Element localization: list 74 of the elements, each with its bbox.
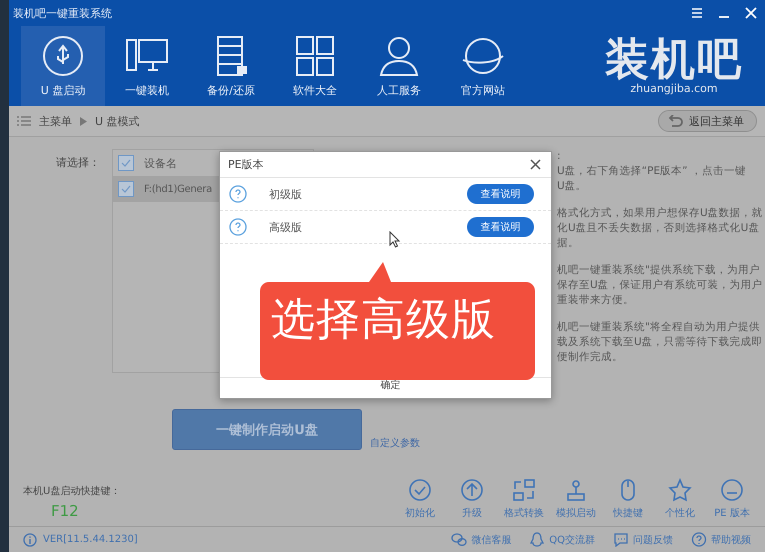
nav-tab[interactable]: 软件大全 (273, 26, 357, 106)
list-icon (17, 115, 31, 127)
column-header: 设备名 (144, 156, 177, 170)
info-text: 重装带来方便。 (557, 293, 635, 308)
info-text: : (557, 149, 562, 164)
nav-tab[interactable]: 官方网站 (441, 26, 525, 106)
confirm-button[interactable]: 确定 (370, 378, 400, 392)
custom-params-link[interactable]: 自定义参数 (370, 436, 420, 450)
checkbox[interactable] (118, 181, 134, 197)
tool-button[interactable]: 模拟启动 (553, 478, 599, 520)
tool-button[interactable]: PE 版本 (709, 478, 755, 520)
tool-button[interactable]: 快捷键 (605, 478, 651, 520)
version-text: VER[11.5.44.1230] (43, 534, 138, 545)
view-details-button[interactable]: 查看说明 (467, 184, 534, 204)
tool-button[interactable]: 格式转换 (501, 478, 547, 520)
menu-icon[interactable] (691, 7, 703, 19)
nav-tab[interactable]: 人工服务 (357, 26, 441, 106)
breadcrumb-item[interactable]: 主菜单 (39, 114, 72, 128)
tool-button[interactable]: 初始化 (397, 478, 443, 520)
hotkey-label: 本机U盘启动快捷键： (23, 484, 120, 498)
tool-button[interactable]: 个性化 (657, 478, 703, 520)
help-icon (691, 532, 707, 547)
info-text: 机吧一键重装系统"提供系统下载，为用户 (557, 263, 761, 278)
check-icon (121, 159, 131, 167)
wechat-icon (451, 532, 468, 547)
pe-option-row[interactable]: 高级版 查看说明 (220, 211, 551, 244)
info-text: 保存至U盘，保证用户有系统可装，为用户 (557, 278, 764, 293)
info-text: U盘。 (557, 179, 588, 194)
view-details-button[interactable]: 查看说明 (467, 217, 534, 237)
status-link[interactable]: QQ交流群 (529, 532, 595, 547)
info-text: 载及系统下载至U盘，只需等待下载完成即 (557, 335, 764, 350)
breadcrumb-item: U 盘模式 (95, 114, 140, 128)
checkbox[interactable] (118, 155, 134, 171)
penguin-icon (529, 532, 546, 547)
info-text: U盘，右下角选择“PE版本” ，点击一键 (557, 164, 747, 179)
star-icon (668, 478, 692, 502)
convert-icon (512, 478, 536, 502)
make-usb-button[interactable]: 一键制作启动U盘 (172, 409, 362, 450)
tool-button[interactable]: 升级 (449, 478, 495, 520)
info-text: 格式化方式，如果用户想保存U盘数据，就 (557, 206, 764, 221)
nav-tab[interactable]: U 盘启动 (21, 26, 105, 106)
status-link[interactable]: 帮助视频 (691, 532, 751, 547)
device-name: F:(hd1)Genera (144, 184, 212, 194)
usb-icon (40, 34, 86, 78)
info-text: 据。 (557, 236, 580, 251)
logo-text: 装机吧 (605, 38, 743, 82)
nav-tab[interactable]: 备份/还原 (189, 26, 273, 106)
check-circle-icon (408, 478, 432, 502)
info-text: 化U盘且不丢失数据，否则选择格式化U盘 (557, 221, 760, 236)
window-title: 装机吧一键重装系统 (13, 6, 112, 20)
question-icon (229, 218, 247, 236)
option-label: 高级版 (269, 220, 302, 234)
select-label: 请选择： (55, 155, 101, 171)
check-icon (121, 185, 131, 193)
return-icon (667, 115, 683, 127)
info-icon (23, 532, 37, 546)
back-button[interactable]: 返回主菜单 (658, 110, 757, 132)
pe-option-row[interactable]: 初级版 查看说明 (220, 178, 551, 211)
status-link[interactable]: 微信客服 (451, 532, 512, 547)
hotkey-value: F12 (50, 502, 80, 520)
status-link[interactable]: 问题反馈 (613, 532, 673, 547)
info-text: 机吧一键重装系统"将全程自动为用户提供 (557, 320, 761, 335)
info-text: 便制作完成。 (557, 350, 624, 365)
callout-text: 选择高级版 (271, 296, 496, 344)
question-icon (229, 185, 247, 203)
joystick-icon (564, 478, 588, 502)
chevron-icon (80, 116, 87, 126)
nav-tab[interactable]: 一键装机 (105, 26, 189, 106)
dialog-title: PE版本 (228, 157, 264, 172)
logo-url: zhuangjiba.com (630, 82, 718, 94)
option-label: 初级版 (269, 186, 302, 202)
mouse-cursor-icon (389, 231, 401, 248)
close-icon[interactable] (530, 159, 541, 170)
chat-bubble-icon (613, 532, 629, 547)
